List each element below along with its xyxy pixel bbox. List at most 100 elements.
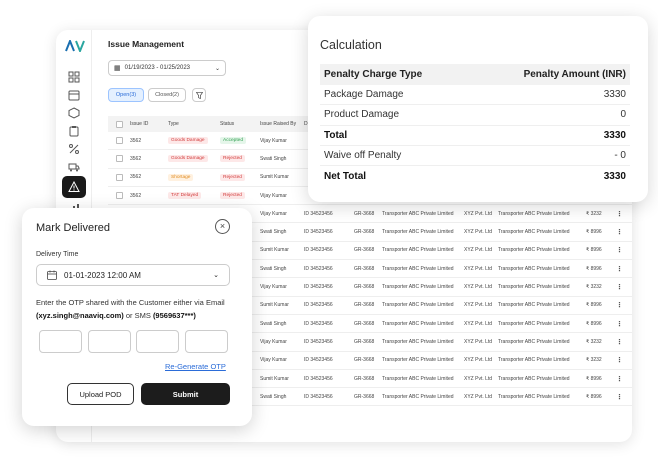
col-type: Type bbox=[168, 121, 179, 127]
amount: ₹ 3232 bbox=[586, 338, 602, 345]
calendar-icon[interactable] bbox=[66, 88, 82, 102]
document-id: ID 34523456 bbox=[304, 229, 333, 236]
delivery-time-picker[interactable]: 01-01-2023 12:00 AM ⌄ bbox=[36, 264, 230, 286]
transporter-name: Transporter ABC Private Limited bbox=[382, 284, 454, 291]
tab-closed[interactable]: Closed(2) bbox=[148, 88, 186, 102]
more-options-icon[interactable]: ⋮ bbox=[616, 228, 623, 236]
more-options-icon[interactable]: ⋮ bbox=[616, 283, 623, 291]
filter-button[interactable] bbox=[192, 88, 206, 102]
document-id: ID 34523456 bbox=[304, 393, 333, 400]
transporter-name: Transporter ABC Private Limited bbox=[382, 375, 454, 382]
issue-type-badge: Goods Damage bbox=[168, 137, 208, 145]
consignee-name: XYZ Pvt. Ltd bbox=[464, 284, 493, 291]
transporter-name: Transporter ABC Private Limited bbox=[498, 210, 570, 217]
transporter-name: Transporter ABC Private Limited bbox=[498, 393, 570, 400]
penalty-row: Net Total 3330 bbox=[320, 166, 630, 186]
close-icon[interactable]: × bbox=[215, 219, 230, 234]
raised-by: Vijay Kumar bbox=[260, 357, 287, 364]
delivery-time-label: Delivery Time bbox=[36, 251, 79, 258]
otp-digit-2[interactable] bbox=[88, 330, 131, 353]
raised-by: Sumit Kumar bbox=[260, 174, 289, 181]
upload-pod-button[interactable]: Upload POD bbox=[67, 383, 134, 405]
more-options-icon[interactable]: ⋮ bbox=[616, 375, 623, 383]
document-id: ID 34523456 bbox=[304, 338, 333, 345]
document-id: ID 34523456 bbox=[304, 320, 333, 327]
penalty-amount: 3330 bbox=[603, 89, 626, 101]
amount: ₹ 8996 bbox=[586, 393, 602, 400]
row-checkbox[interactable] bbox=[116, 155, 123, 163]
penalty-type: Net Total bbox=[324, 170, 367, 182]
dialog-title: Mark Delivered bbox=[36, 222, 110, 234]
amount: ₹ 8996 bbox=[586, 265, 602, 272]
penalty-row: Total 3330 bbox=[320, 126, 630, 146]
otp-text-part: Enter the OTP shared with the Customer e… bbox=[36, 298, 225, 307]
row-checkbox[interactable] bbox=[116, 192, 123, 200]
submit-button[interactable]: Submit bbox=[141, 383, 230, 405]
amount: ₹ 3232 bbox=[586, 284, 602, 291]
document-id: ID 34523456 bbox=[304, 375, 333, 382]
gr-number: GR-3668 bbox=[354, 375, 375, 382]
amount: ₹ 8996 bbox=[586, 320, 602, 327]
more-options-icon[interactable]: ⋮ bbox=[616, 320, 623, 328]
more-options-icon[interactable]: ⋮ bbox=[616, 246, 623, 254]
gr-number: GR-3668 bbox=[354, 247, 375, 254]
consignee-name: XYZ Pvt. Ltd bbox=[464, 357, 493, 364]
row-checkbox[interactable] bbox=[116, 137, 123, 145]
date-range-value: 01/19/2023 - 01/25/2023 bbox=[124, 65, 191, 71]
amount: ₹ 8996 bbox=[586, 247, 602, 254]
transporter-name: Transporter ABC Private Limited bbox=[382, 247, 454, 254]
row-checkbox[interactable] bbox=[116, 173, 123, 181]
select-all-checkbox[interactable] bbox=[116, 120, 123, 128]
more-options-icon[interactable]: ⋮ bbox=[616, 301, 623, 309]
date-range-picker[interactable]: ▦ 01/19/2023 - 01/25/2023 ⌄ bbox=[108, 60, 226, 76]
transporter-name: Transporter ABC Private Limited bbox=[498, 265, 570, 272]
amount: ₹ 8996 bbox=[586, 375, 602, 382]
transporter-name: Transporter ABC Private Limited bbox=[498, 338, 570, 345]
more-options-icon[interactable]: ⋮ bbox=[616, 356, 623, 364]
regenerate-otp-link[interactable]: Re-Generate OTP bbox=[165, 362, 226, 371]
more-options-icon[interactable]: ⋮ bbox=[616, 393, 623, 401]
gr-number: GR-3668 bbox=[354, 210, 375, 217]
consignee-name: XYZ Pvt. Ltd bbox=[464, 210, 493, 217]
raised-by: Vijay Kumar bbox=[260, 284, 287, 291]
consignee-name: XYZ Pvt. Ltd bbox=[464, 265, 493, 272]
penalty-type-header: Penalty Charge Type bbox=[324, 69, 423, 80]
raised-by: Swati Singh bbox=[260, 320, 287, 327]
status-badge: Rejected bbox=[220, 155, 245, 163]
status-badge: Accepted bbox=[220, 137, 247, 145]
filter-icon bbox=[195, 91, 203, 99]
box-icon[interactable] bbox=[66, 106, 82, 120]
otp-digit-1[interactable] bbox=[39, 330, 82, 353]
penalty-table: Penalty Charge Type Penalty Amount (INR)… bbox=[320, 64, 630, 186]
truck-icon[interactable] bbox=[66, 160, 82, 174]
brand-logo bbox=[65, 40, 85, 52]
consignee-name: XYZ Pvt. Ltd bbox=[464, 393, 493, 400]
tab-open[interactable]: Open(3) bbox=[108, 88, 144, 102]
status-badge: Rejected bbox=[220, 192, 245, 200]
raised-by: Sumit Kumar bbox=[260, 247, 289, 254]
transporter-name: Transporter ABC Private Limited bbox=[382, 302, 454, 309]
transporter-name: Transporter ABC Private Limited bbox=[498, 284, 570, 291]
warning-icon[interactable] bbox=[62, 176, 86, 198]
percent-icon[interactable] bbox=[66, 142, 82, 156]
clipboard-icon[interactable] bbox=[66, 124, 82, 138]
penalty-amount: - 0 bbox=[614, 150, 626, 162]
more-options-icon[interactable]: ⋮ bbox=[616, 210, 623, 218]
more-options-icon[interactable]: ⋮ bbox=[616, 265, 623, 273]
otp-phone: (9569637***) bbox=[152, 310, 196, 320]
penalty-row: Waive off Penalty - 0 bbox=[320, 146, 630, 167]
transporter-name: Transporter ABC Private Limited bbox=[498, 357, 570, 364]
raised-by: Swati Singh bbox=[260, 229, 287, 236]
more-options-icon[interactable]: ⋮ bbox=[616, 338, 623, 346]
calendar-icon bbox=[47, 270, 57, 280]
penalty-table-header: Penalty Charge Type Penalty Amount (INR) bbox=[320, 64, 630, 85]
otp-digit-3[interactable] bbox=[136, 330, 179, 353]
otp-digit-4[interactable] bbox=[185, 330, 228, 353]
consignee-name: XYZ Pvt. Ltd bbox=[464, 302, 493, 309]
grid-icon[interactable] bbox=[66, 70, 82, 84]
transporter-name: Transporter ABC Private Limited bbox=[382, 357, 454, 364]
raised-by: Sumit Kumar bbox=[260, 375, 289, 382]
col-issue-id: Issue ID bbox=[130, 121, 149, 127]
document-id: ID 34523456 bbox=[304, 265, 333, 272]
chevron-down-icon: ⌄ bbox=[214, 65, 220, 72]
